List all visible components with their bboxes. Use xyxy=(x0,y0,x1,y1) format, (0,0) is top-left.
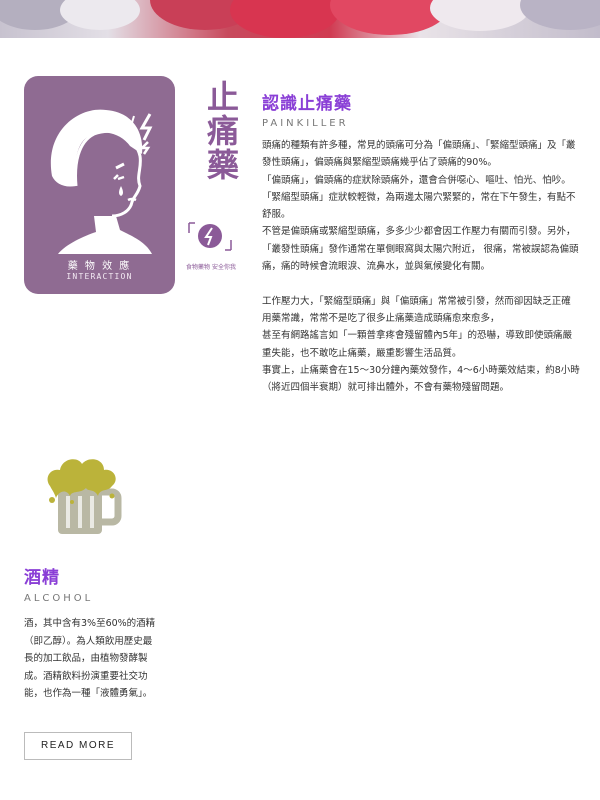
card-caption-zh: 藥 物 效 應 xyxy=(67,261,132,272)
vertical-title-char: 藥 xyxy=(206,146,239,184)
paragraph: 甚至有網路謠言如「一顆普拿疼會殘留體內5年」的恐嚇，導致即使頭痛嚴重失能，也不敢… xyxy=(262,330,573,359)
painkiller-card: 藥 物 效 應 INTERACTION xyxy=(24,76,175,294)
read-more-button[interactable]: READ MORE xyxy=(24,732,132,760)
lightning-icon xyxy=(188,222,232,251)
badge-label: 食物藥物 安全你我 xyxy=(186,264,236,271)
alcohol-title: 酒精 xyxy=(24,568,60,588)
vertical-title-char: 痛 xyxy=(206,112,239,150)
paragraph: 工作壓力大，「緊縮型頭痛」與「偏頭痛」常常被引發，然而卻因缺乏正確用藥常識，常常… xyxy=(262,295,571,324)
vertical-title: 止 痛 藥 xyxy=(200,80,246,182)
paragraph: 事實上，止痛藥會在15～30分鐘內藥效發作，4～6小時藥效結束，約8小時（將近四… xyxy=(262,364,580,394)
painkiller-body: 頭痛的種類有許多種，常見的頭痛可分為「偏頭痛」、「緊縮型頭痛」及「叢發性頭痛」，… xyxy=(262,137,580,396)
vertical-title-char: 止 xyxy=(206,78,239,116)
card-caption-en: INTERACTION xyxy=(66,272,133,281)
paragraph: 不管是偏頭痛或緊縮型頭痛，多多少少都會因工作壓力有關而引發。另外，「叢發性頭痛」… xyxy=(262,226,579,273)
alcohol-subtitle: ALCOHOL xyxy=(24,593,94,604)
hero-banner-image xyxy=(0,0,600,38)
paragraph: 頭痛的種類有許多種，常見的頭痛可分為「偏頭痛」、「緊縮型頭痛」及「叢發性頭痛」，… xyxy=(262,140,576,169)
paragraph: 「緊縮型頭痛」症狀較輕微，為兩邊太陽穴緊緊的，常在下午發生，有點不舒服。 xyxy=(262,191,576,221)
painkiller-title: 認識止痛藥 xyxy=(262,94,352,114)
beer-mug-icon xyxy=(47,459,122,534)
painkiller-subtitle: PAINKILLER xyxy=(262,118,349,129)
paragraph: 「偏頭痛」，偏頭痛的症狀除頭痛外，還會合併噁心、嘔吐、怕光、怕吵。 xyxy=(262,174,571,186)
alcohol-description: 酒，其中含有3%至60%的酒精（即乙醇）。為人類飲用歷史最長的加工飲品，由植物發… xyxy=(24,618,156,699)
